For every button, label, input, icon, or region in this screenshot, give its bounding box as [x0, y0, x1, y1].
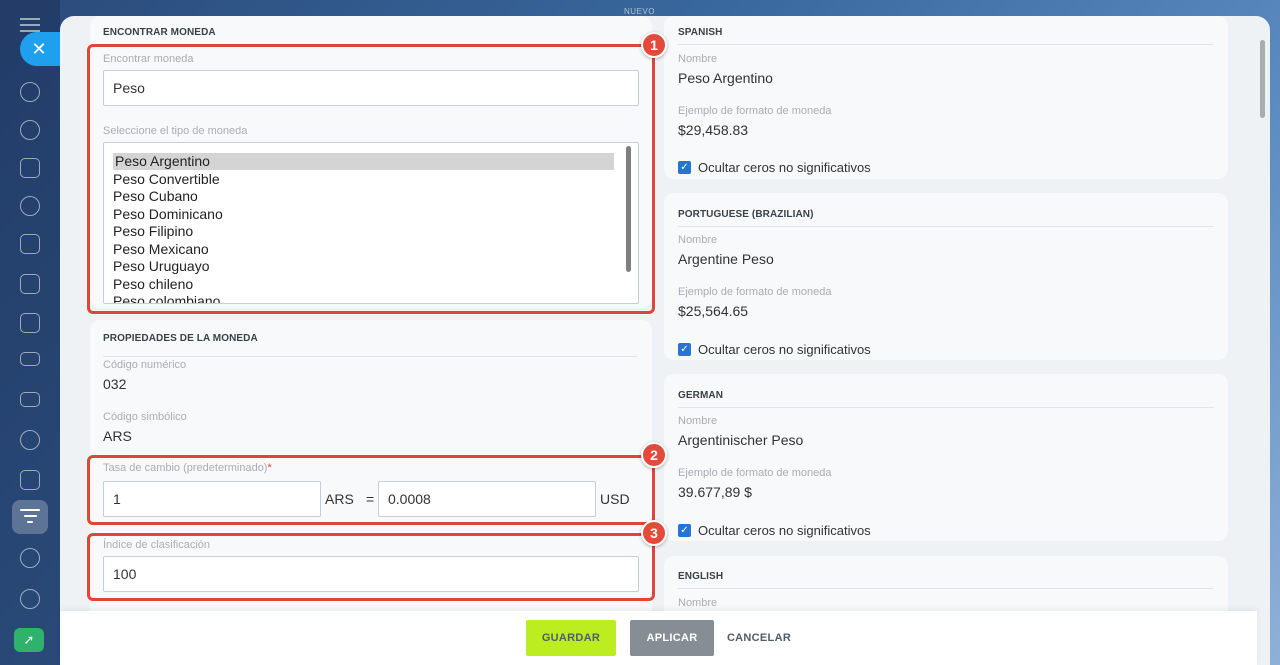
panel-scrollbar[interactable] [1260, 40, 1265, 118]
docs-icon[interactable] [20, 274, 40, 294]
section-title: PROPIEDADES DE LA MONEDA [103, 333, 258, 344]
cancel-button[interactable]: CANCELAR [724, 620, 794, 656]
name-value: Argentine Peso [678, 251, 774, 267]
check-icon[interactable]: ✓ [678, 343, 691, 356]
checkbox-label: Ocultar ceros no significativos [698, 342, 871, 357]
hide-zeros-checkbox[interactable]: ✓ Ocultar ceros no significativos [678, 160, 871, 175]
mail-icon[interactable] [20, 392, 40, 407]
format-label: Ejemplo de formato de moneda [678, 105, 832, 117]
step-badge: 2 [641, 442, 667, 468]
contacts-icon[interactable] [20, 430, 40, 450]
save-button[interactable]: GUARDAR [526, 620, 616, 656]
name-label: Nombre [678, 597, 718, 609]
billing-icon[interactable] [20, 352, 40, 366]
step-badge: 1 [641, 32, 667, 58]
format-value: 39.677,89 $ [678, 484, 752, 500]
left-sidebar: ✕ ➚ [0, 0, 60, 665]
symbolic-code-label: Código simbólico [103, 411, 187, 423]
filter-icon[interactable] [20, 509, 40, 525]
tasks-icon[interactable] [20, 158, 40, 178]
settings-icon[interactable] [20, 589, 40, 609]
nuevo-label: NUEVO [624, 7, 655, 16]
section-title: SPANISH [678, 27, 723, 38]
divider [678, 44, 1214, 45]
format-label: Ejemplo de formato de moneda [678, 286, 832, 298]
whiteboard-icon[interactable] [20, 313, 40, 333]
calendar-icon[interactable] [20, 234, 40, 254]
apply-button[interactable]: APLICAR [630, 620, 714, 656]
format-value: $25,564.65 [678, 303, 749, 319]
checklist-icon[interactable] [20, 470, 40, 490]
divider [678, 588, 1214, 589]
lang-card-german: GERMAN Nombre Argentinischer Peso Ejempl… [664, 374, 1228, 541]
section-title: ENCONTRAR MONEDA [103, 27, 216, 38]
lang-card-portuguese: PORTUGUESE (BRAZILIAN) Nombre Argentine … [664, 193, 1228, 360]
numeric-code-label: Código numérico [103, 359, 187, 371]
pulse-icon[interactable] [20, 82, 40, 102]
checkbox-label: Ocultar ceros no significativos [698, 160, 871, 175]
section-title: PORTUGUESE (BRAZILIAN) [678, 209, 814, 220]
divider [678, 226, 1214, 227]
numeric-code-value: 032 [103, 376, 127, 392]
check-icon[interactable]: ✓ [678, 161, 691, 174]
footer-bar: GUARDAR APLICAR CANCELAR [60, 611, 1257, 665]
checkbox-label: Ocultar ceros no significativos [698, 523, 871, 538]
check-icon[interactable]: ✓ [678, 524, 691, 537]
highlight-box [87, 533, 655, 601]
currency-slider-panel: ENCONTRAR MONEDA Encontrar moneda Peso S… [60, 16, 1270, 665]
hide-zeros-checkbox[interactable]: ✓ Ocultar ceros no significativos [678, 523, 871, 538]
menu-icon[interactable] [20, 18, 40, 32]
name-value: Peso Argentino [678, 70, 773, 86]
symbolic-code-value: ARS [103, 428, 132, 444]
divider [103, 356, 638, 357]
rocket-icon[interactable]: ➚ [14, 628, 44, 652]
name-value: Argentinischer Peso [678, 432, 804, 448]
name-label: Nombre [678, 234, 718, 246]
robot-icon[interactable] [20, 548, 40, 568]
step-badge: 3 [641, 520, 667, 546]
hide-zeros-checkbox[interactable]: ✓ Ocultar ceros no significativos [678, 342, 871, 357]
lang-card-spanish: SPANISH Nombre Peso Argentino Ejemplo de… [664, 16, 1228, 179]
highlight-box [87, 455, 655, 525]
section-title: ENGLISH [678, 571, 724, 582]
crm-icon[interactable] [20, 196, 40, 216]
highlight-box [87, 44, 655, 314]
format-label: Ejemplo de formato de moneda [678, 467, 832, 479]
format-value: $29,458.83 [678, 122, 749, 138]
divider [678, 407, 1214, 408]
chat-icon[interactable] [20, 120, 40, 140]
name-label: Nombre [678, 53, 718, 65]
name-label: Nombre [678, 415, 718, 427]
close-icon[interactable]: ✕ [20, 32, 60, 66]
section-title: GERMAN [678, 390, 724, 401]
